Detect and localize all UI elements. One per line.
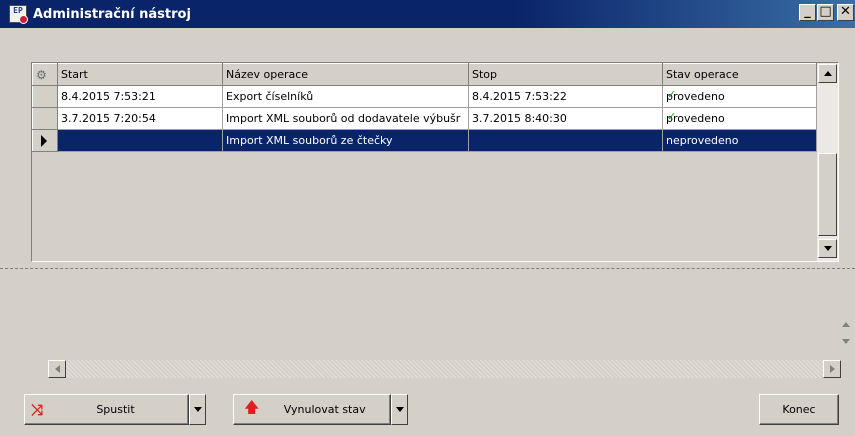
window-title: Administrační nástroj <box>33 6 191 22</box>
arrow-left-icon <box>54 365 60 373</box>
reset-arrow-icon: 🡅 <box>244 398 260 416</box>
cell-operation-name[interactable]: Import XML souborů od dodavatele výbušr <box>222 107 469 130</box>
cell-stop[interactable]: 3.7.2015 8:40:30 <box>468 107 663 130</box>
reset-status-button[interactable]: 🡅 Vynulovat stav <box>233 394 391 425</box>
row-indicator[interactable] <box>32 85 58 108</box>
horizontal-scrollbar[interactable] <box>48 360 841 378</box>
scroll-up-button[interactable] <box>818 64 837 83</box>
grid-vertical-scrollbar[interactable] <box>817 63 838 261</box>
current-row-arrow-icon <box>41 134 47 147</box>
app-logo-icon: EP <box>9 5 28 24</box>
settings-gear-icon[interactable]: ⚙ <box>36 68 47 82</box>
cell-start[interactable] <box>57 129 223 152</box>
title-bar[interactable]: EP Administrační nástroj _ □ ✕ <box>0 0 855 28</box>
arrow-up-icon <box>823 71 832 76</box>
arrow-down-icon <box>823 246 832 251</box>
reset-dropdown-button[interactable] <box>391 394 408 425</box>
table-row-selected[interactable]: Import XML souborů ze čtečky neprovedeno <box>32 129 817 152</box>
row-header-corner[interactable]: ⚙ <box>32 63 58 86</box>
run-dropdown-button[interactable] <box>189 394 206 425</box>
status-text: neprovedeno <box>666 134 739 147</box>
close-button[interactable]: ✕ <box>837 4 854 21</box>
row-indicator[interactable] <box>32 129 58 152</box>
chevron-down-icon <box>193 407 202 412</box>
table-row[interactable]: 3.7.2015 7:20:54 Import XML souborů od d… <box>32 107 817 130</box>
column-header-start[interactable]: Start <box>57 63 223 86</box>
cell-status[interactable]: ✓ provedeno <box>662 85 817 108</box>
cell-operation-name[interactable]: Import XML souborů ze čtečky <box>222 129 469 152</box>
run-icon: ⤨ <box>31 400 44 419</box>
minimize-button[interactable]: _ <box>799 4 816 21</box>
checkmark-icon: ✓ <box>667 110 677 123</box>
checkmark-icon: ✓ <box>667 88 677 101</box>
cell-status[interactable]: ✓ provedeno <box>662 107 817 130</box>
arrow-down-icon <box>842 339 850 344</box>
operations-grid[interactable]: ⚙ Start Název operace Stop Stav operace … <box>31 62 839 262</box>
scroll-down-button[interactable] <box>818 239 837 258</box>
run-button[interactable]: ⤨ Spustit <box>24 394 189 425</box>
row-indicator[interactable] <box>32 107 58 130</box>
lower-scroll-down-button[interactable] <box>842 339 855 352</box>
cell-stop[interactable]: 8.4.2015 7:53:22 <box>468 85 663 108</box>
maximize-button[interactable]: □ <box>817 4 834 21</box>
table-row[interactable]: 8.4.2015 7:53:21 Export číselníků 8.4.20… <box>32 85 817 108</box>
arrow-up-icon <box>842 322 850 327</box>
scroll-thumb[interactable] <box>818 153 837 236</box>
cell-start[interactable]: 3.7.2015 7:20:54 <box>57 107 223 130</box>
operations-table: ⚙ Start Název operace Stop Stav operace … <box>32 63 817 152</box>
chevron-down-icon <box>395 407 404 412</box>
panel-splitter[interactable] <box>0 268 855 269</box>
lower-scroll-up-button[interactable] <box>842 322 855 335</box>
column-header-stop[interactable]: Stop <box>468 63 663 86</box>
run-button-label: Spustit <box>96 403 135 416</box>
column-header-status[interactable]: Stav operace <box>662 63 817 86</box>
scroll-right-button[interactable] <box>823 360 841 378</box>
cell-operation-name[interactable]: Export číselníků <box>222 85 469 108</box>
arrow-right-icon <box>829 365 835 373</box>
cell-stop[interactable] <box>468 129 663 152</box>
reset-button-label: Vynulovat stav <box>283 403 366 416</box>
column-header-operation-name[interactable]: Název operace <box>222 63 469 86</box>
end-button[interactable]: Konec <box>759 394 839 425</box>
cell-status[interactable]: neprovedeno <box>662 129 817 152</box>
scroll-left-button[interactable] <box>48 360 66 378</box>
cell-start[interactable]: 8.4.2015 7:53:21 <box>57 85 223 108</box>
table-header-row: ⚙ Start Název operace Stop Stav operace <box>32 63 817 86</box>
end-button-label: Konec <box>782 403 816 416</box>
